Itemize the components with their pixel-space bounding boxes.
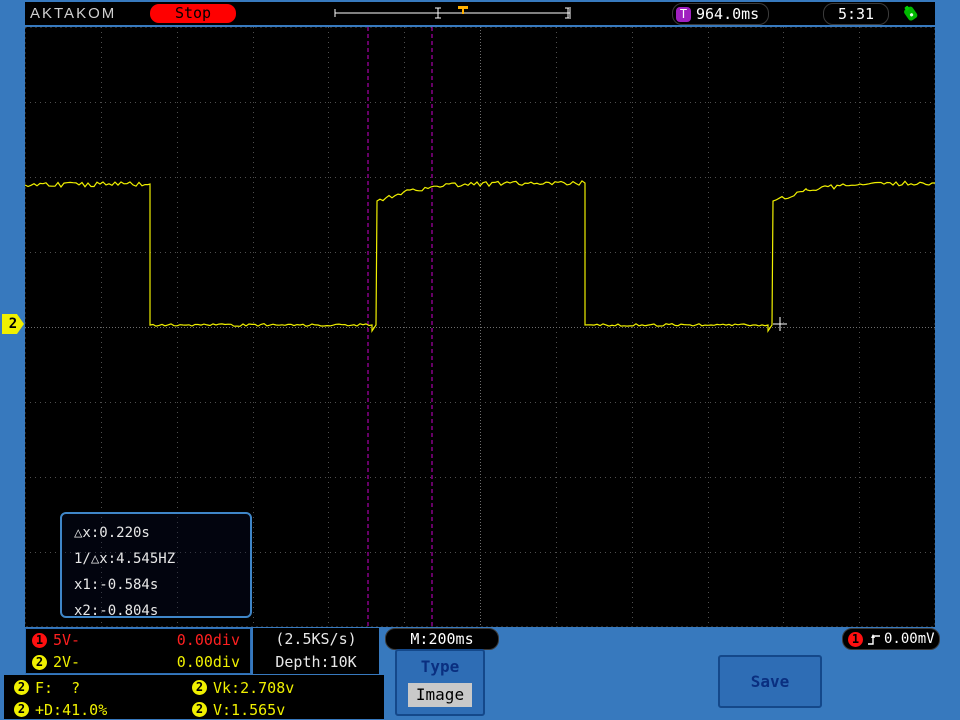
channel-settings-panel: 1 5V- 0.00div 2 2V- 0.00div xyxy=(25,628,251,674)
measure-voltage: 2 V:1.565v xyxy=(186,699,285,720)
trigger-info: 1 0.00mV xyxy=(842,628,940,650)
sample-rate-label: (2.5KS/s) xyxy=(275,630,357,648)
rising-edge-icon xyxy=(868,633,880,645)
clock: 5:31 xyxy=(823,3,889,25)
measurements-panel: 2 F: ? 2 Vk:2.708v 2 +D:41.0% 2 V:1.565v xyxy=(4,675,384,719)
channel1-badge: 1 xyxy=(32,632,47,648)
record-window-indicator xyxy=(334,6,571,19)
type-button[interactable]: Type Image xyxy=(395,649,485,716)
channel1-scale: 5V- xyxy=(53,631,81,649)
trigger-time-icon: T xyxy=(676,6,691,22)
type-button-label: Type xyxy=(420,657,460,676)
measure-duty-value: +D:41.0% xyxy=(35,700,108,719)
channel2-badge: 2 xyxy=(14,702,29,717)
measure-frequency: 2 F: ? xyxy=(8,677,80,698)
graticule-area: △x:0.220s 1/△x:4.545HZ x1:-0.584s x2:-0.… xyxy=(24,27,935,627)
measure-duty: 2 +D:41.0% xyxy=(8,699,107,720)
channel2-position-marker[interactable]: 2 xyxy=(2,314,24,334)
channel2-offset: 0.00div xyxy=(176,653,240,671)
cursor-x2-value: x2:-0.804s xyxy=(74,603,159,619)
channel2-badge: 2 xyxy=(14,680,29,695)
cursor-cross-marker xyxy=(773,317,787,331)
top-bar: AKTAKOM Stop T 964.0ms 5:31 xyxy=(25,2,935,25)
channel1-settings-row: 1 5V- 0.00div xyxy=(26,629,250,651)
trigger-level-value: 0.00mV xyxy=(884,631,935,647)
channel2-badge: 2 xyxy=(192,702,207,717)
timebase-label: M:200ms xyxy=(385,628,499,650)
channel2-scale: 2V- xyxy=(53,653,81,671)
usb-device-icon xyxy=(904,5,918,21)
cursor-measurement-panel: △x:0.220s 1/△x:4.545HZ x1:-0.584s x2:-0.… xyxy=(60,512,252,619)
measure-vk-value: Vk:2.708v xyxy=(213,678,295,697)
trigger-source-badge: 1 xyxy=(848,631,863,647)
acquisition-panel: (2.5KS/s) Depth:10K xyxy=(253,628,379,674)
measure-frequency-value: F: ? xyxy=(35,678,81,697)
channel2-badge: 2 xyxy=(32,654,47,670)
trigger-time-value: 964.0ms xyxy=(696,5,760,23)
cursor-delta-x: △x:0.220s xyxy=(74,525,150,541)
cursor-x1-value: x1:-0.584s xyxy=(74,577,159,593)
measure-vk: 2 Vk:2.708v xyxy=(186,677,294,698)
cursor-frequency: 1/△x:4.545HZ xyxy=(74,551,176,567)
trigger-time-badge: T 964.0ms xyxy=(672,3,770,25)
record-depth-label: Depth:10K xyxy=(275,653,357,671)
measure-voltage-value: V:1.565v xyxy=(213,700,286,719)
channel1-offset: 0.00div xyxy=(176,631,240,649)
run-state-badge[interactable]: Stop xyxy=(150,4,236,23)
brand-logo: AKTAKOM xyxy=(30,5,117,22)
channel2-settings-row: 2 2V- 0.00div xyxy=(26,651,250,673)
save-button[interactable]: Save xyxy=(718,655,822,708)
channel2-badge: 2 xyxy=(192,680,207,695)
type-value-image[interactable]: Image xyxy=(408,683,472,707)
